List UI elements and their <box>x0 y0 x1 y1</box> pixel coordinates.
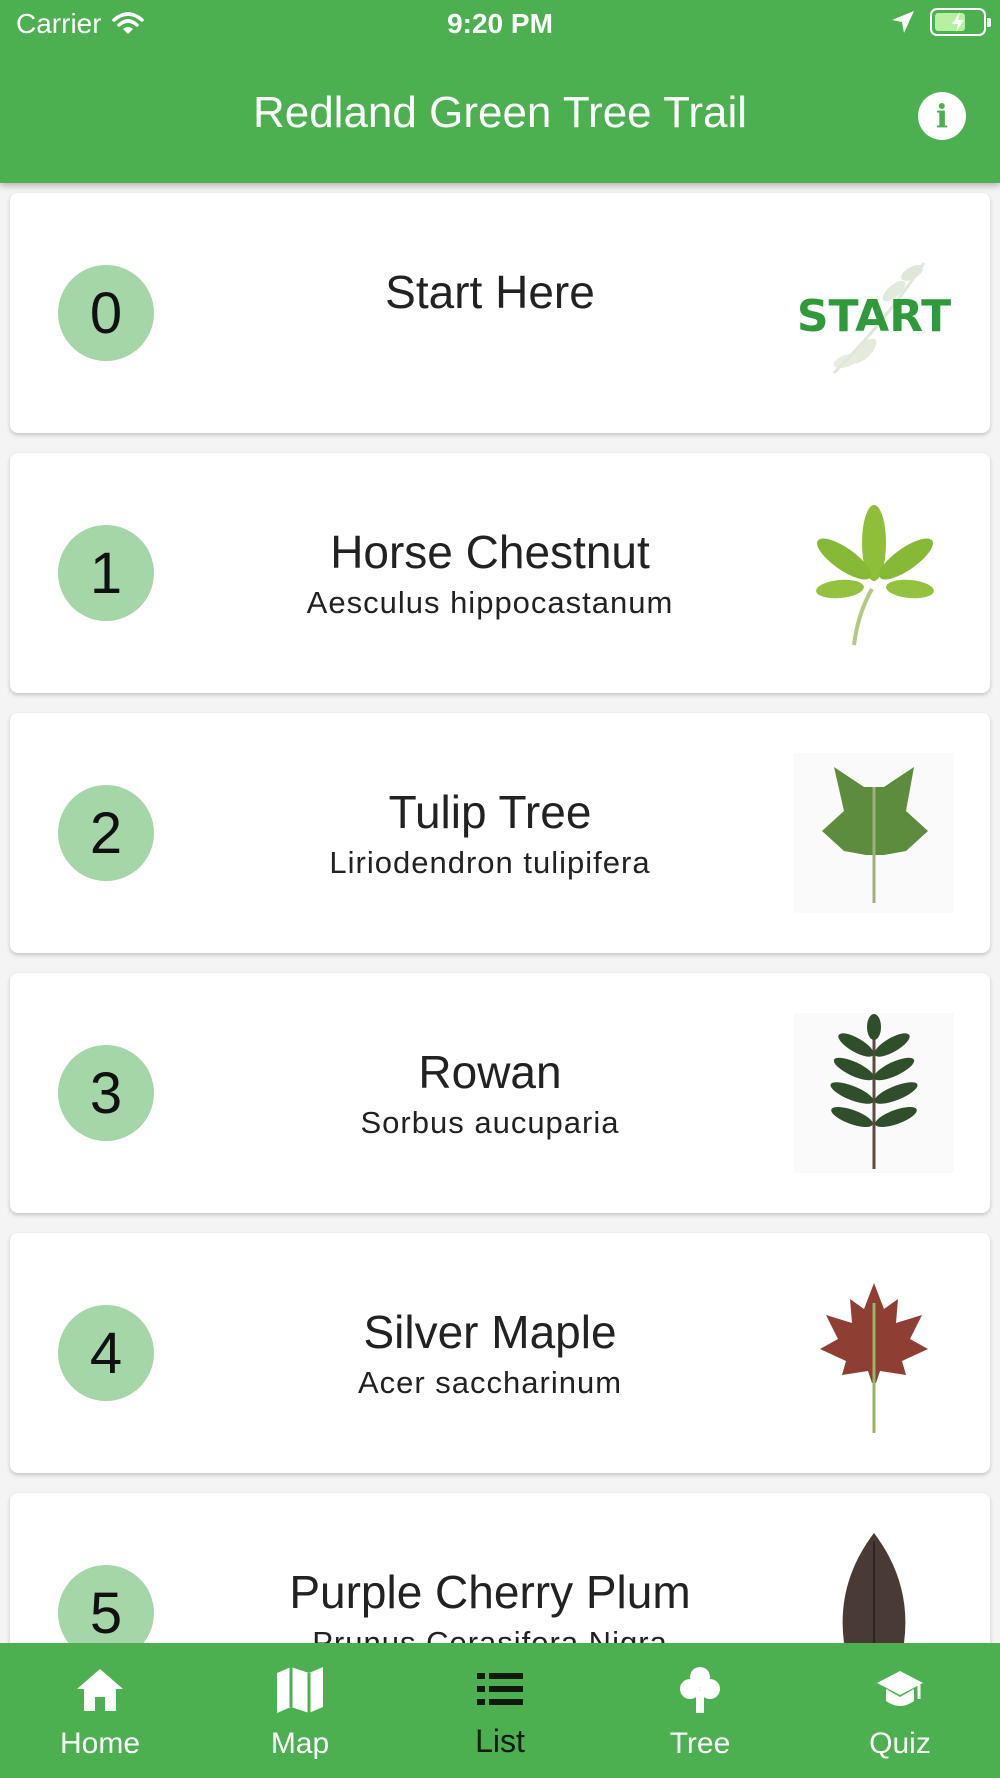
rowan-leaf <box>794 1013 954 1173</box>
list-item[interactable]: 4 Silver Maple Acer saccharinum <box>10 1233 990 1473</box>
list-item[interactable]: 3 Rowan Sorbus aucuparia <box>10 973 990 1213</box>
status-bar: Carrier 9:20 PM <box>0 0 1000 52</box>
quiz-icon <box>877 1671 923 1706</box>
tree-name: Tulip Tree <box>388 786 592 838</box>
tab-label: Quiz <box>869 1727 931 1760</box>
location-arrow-icon <box>892 11 914 33</box>
maple-leaf <box>820 1283 928 1433</box>
list-item[interactable]: 1 Horse Chestnut Aesculus hippocastanum <box>10 453 990 693</box>
tree-list[interactable]: 0 Start Here START 1 Horse Chestnut Aesc… <box>0 183 1000 1643</box>
info-icon: i <box>935 97 949 135</box>
number-badge: 3 <box>58 1045 154 1141</box>
start-logo: START <box>797 262 951 375</box>
tree-latin-name: Liriodendron tulipifera <box>329 845 651 880</box>
tab-label: List <box>475 1723 525 1759</box>
number-badge: 0 <box>58 265 154 361</box>
tree-latin-name: Acer saccharinum <box>357 1365 623 1400</box>
tab-map[interactable]: Map <box>200 1643 400 1778</box>
tree-name: Rowan <box>418 1046 562 1098</box>
tree-name: Horse Chestnut <box>330 526 650 578</box>
tab-list[interactable]: List <box>400 1643 600 1778</box>
status-right <box>890 8 991 36</box>
map-icon <box>277 1667 323 1713</box>
bottom-tab-bar: Home Map List Tree Quiz <box>0 1643 1000 1778</box>
tree-icon <box>680 1667 720 1713</box>
tab-quiz[interactable]: Quiz <box>800 1643 1000 1778</box>
number-badge: 5 <box>58 1565 154 1643</box>
svg-text:START: START <box>797 291 951 342</box>
tulip-leaf <box>794 753 954 913</box>
tab-label: Home <box>59 1727 141 1760</box>
clock: 9:20 PM <box>447 8 553 39</box>
tab-home[interactable]: Home <box>0 1643 200 1778</box>
number-badge: 2 <box>58 785 154 881</box>
tree-latin-name: Prunus Cerasifera Nigra <box>312 1625 668 1643</box>
tree-latin-name: Sorbus aucuparia <box>360 1105 620 1140</box>
app-header: Carrier 9:20 PM Redland Green Tree Trail… <box>0 0 1000 183</box>
list-item[interactable]: 5 Purple Cherry Plum Prunus Cerasifera N… <box>10 1493 990 1643</box>
tree-name: Silver Maple <box>363 1306 617 1358</box>
list-item[interactable]: 2 Tulip Tree Liriodendron tulipifera <box>10 713 990 953</box>
info-button[interactable]: i <box>918 92 966 140</box>
tree-latin-name: Aesculus hippocastanum <box>306 585 674 620</box>
number-badge: 4 <box>58 1305 154 1401</box>
tab-label: Tree <box>669 1727 731 1760</box>
list-icon <box>477 1673 523 1705</box>
list-item[interactable]: 0 Start Here START <box>10 193 990 433</box>
home-icon <box>77 1669 123 1711</box>
horse-chestnut-leaf <box>816 505 934 646</box>
cherry-plum-leaf <box>842 1533 906 1643</box>
tab-tree[interactable]: Tree <box>600 1643 800 1778</box>
page-title: Redland Green Tree Trail <box>252 88 748 137</box>
tab-label: Map <box>270 1727 330 1760</box>
number-badge: 1 <box>58 525 154 621</box>
tree-name: Start Here <box>385 266 595 318</box>
tree-name: Purple Cherry Plum <box>289 1566 691 1618</box>
battery-icon <box>930 8 991 36</box>
